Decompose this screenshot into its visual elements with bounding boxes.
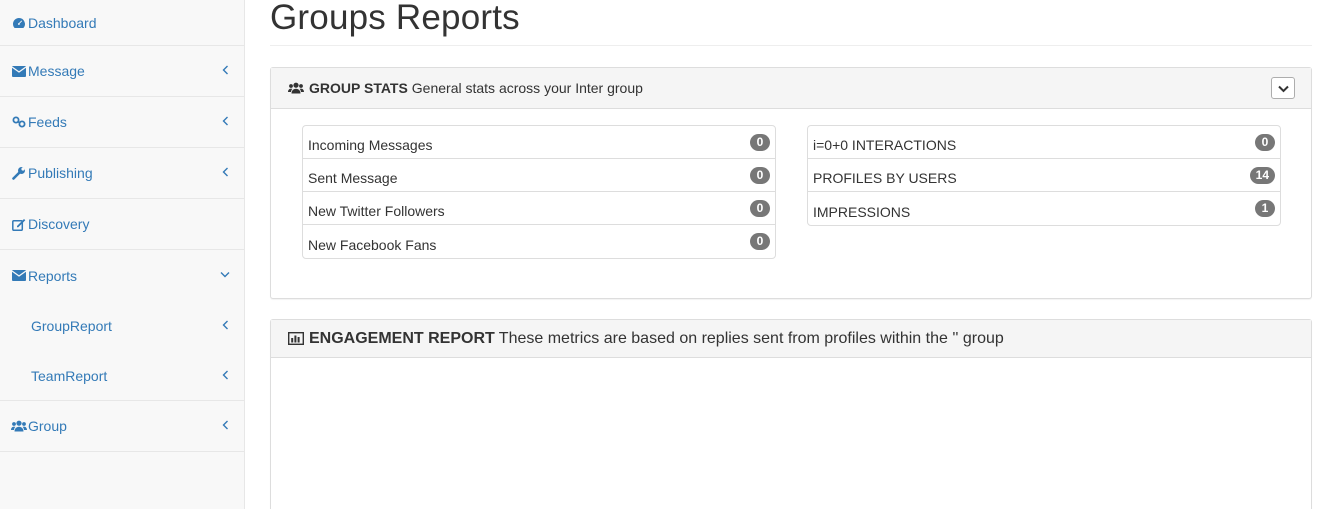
count-badge: 0	[750, 233, 770, 250]
link-icon	[11, 115, 27, 129]
count-badge: 14	[1249, 166, 1275, 184]
count-badge: 0	[750, 133, 770, 151]
list-item: IMPRESSIONS 1	[808, 192, 1280, 225]
count-badge: 0	[750, 199, 770, 217]
sidebar-item-dashboard[interactable]: Dashboard	[0, 0, 244, 46]
list-item: Sent Message 0	[303, 159, 775, 192]
sidebar-item-discovery[interactable]: Discovery	[0, 199, 244, 250]
users-icon	[11, 419, 27, 433]
stat-label: New Twitter Followers	[308, 203, 445, 219]
list-item: New Twitter Followers 0	[303, 192, 775, 225]
sidebar-item-label: Discovery	[28, 216, 90, 232]
stat-label: PROFILES BY USERS	[813, 170, 957, 186]
stat-label: New Facebook Fans	[308, 236, 437, 253]
group-stats-subtitle: General stats across your Inter group	[411, 80, 643, 96]
stat-label: Incoming Messages	[308, 137, 433, 153]
engagement-report-subtitle: These metrics are based on replies sent …	[498, 329, 1004, 347]
sidebar-item-message[interactable]: Message	[0, 46, 244, 97]
dashboard-icon	[11, 16, 27, 30]
count-badge: 0	[1255, 133, 1275, 151]
sidebar-item-label: Publishing	[28, 165, 93, 181]
chevron-left-icon	[220, 166, 230, 178]
sidebar-item-label: Dashboard	[28, 14, 97, 31]
stat-label: i=0+0 INTERACTIONS	[813, 137, 957, 153]
sidebar-item-teamreport[interactable]: TeamReport	[0, 351, 244, 401]
chevron-left-icon	[220, 64, 230, 76]
chevron-left-icon	[220, 115, 230, 127]
list-item: New Facebook Fans 0	[303, 225, 775, 258]
page-title: Groups Reports	[270, 0, 1312, 46]
sidebar-item-feeds[interactable]: Feeds	[0, 97, 244, 148]
list-item: Incoming Messages 0	[303, 126, 775, 159]
stats-list-left: Incoming Messages 0 Sent Message 0 New T…	[302, 125, 776, 259]
main-content: Groups Reports GROUP STATS General stats…	[270, 0, 1312, 509]
chevron-down-icon	[1277, 81, 1289, 96]
sidebar-item-label: Group	[28, 418, 67, 434]
sidebar-item-label: Feeds	[28, 114, 67, 130]
chevron-left-icon	[220, 419, 230, 431]
sidebar-item-label: GroupReport	[31, 318, 112, 334]
chevron-left-icon	[220, 369, 230, 381]
list-item: i=0+0 INTERACTIONS 0	[808, 126, 1280, 159]
collapse-button[interactable]	[1271, 77, 1295, 99]
stats-list-right: i=0+0 INTERACTIONS 0 PROFILES BY USERS 1…	[807, 125, 1281, 226]
sidebar-item-label: TeamReport	[31, 367, 108, 384]
bar-chart-icon	[287, 332, 304, 346]
sidebar-item-label: Reports	[28, 267, 78, 284]
stat-label: IMPRESSIONS	[813, 203, 911, 220]
sidebar-item-label: Message	[28, 63, 85, 79]
envelope-icon	[11, 64, 27, 78]
sidebar: Dashboard Message Feeds Publishing Disco…	[0, 0, 245, 509]
engagement-report-heading: ENGAGEMENT REPORT These metrics are base…	[271, 320, 1311, 358]
sidebar-item-reports[interactable]: Reports	[0, 250, 244, 301]
engagement-report-title: ENGAGEMENT REPORT	[309, 329, 495, 347]
count-badge: 1	[1255, 200, 1275, 217]
list-item: PROFILES BY USERS 14	[808, 159, 1280, 192]
wrench-icon	[11, 166, 27, 180]
count-badge: 0	[750, 166, 770, 184]
group-stats-panel: GROUP STATS General stats across your In…	[270, 67, 1312, 299]
engagement-report-panel: ENGAGEMENT REPORT These metrics are base…	[270, 319, 1312, 509]
chevron-left-icon	[220, 319, 230, 331]
group-stats-heading: GROUP STATS General stats across your In…	[271, 68, 1311, 109]
sidebar-item-group[interactable]: Group	[0, 401, 244, 452]
chevron-down-icon	[220, 269, 230, 281]
sidebar-item-publishing[interactable]: Publishing	[0, 148, 244, 199]
group-stats-title: GROUP STATS	[309, 80, 408, 96]
edit-icon	[11, 217, 27, 231]
envelope-icon	[11, 269, 27, 283]
sidebar-item-groupreport[interactable]: GroupReport	[0, 301, 244, 351]
stat-label: Sent Message	[308, 170, 398, 186]
users-icon	[287, 81, 304, 95]
